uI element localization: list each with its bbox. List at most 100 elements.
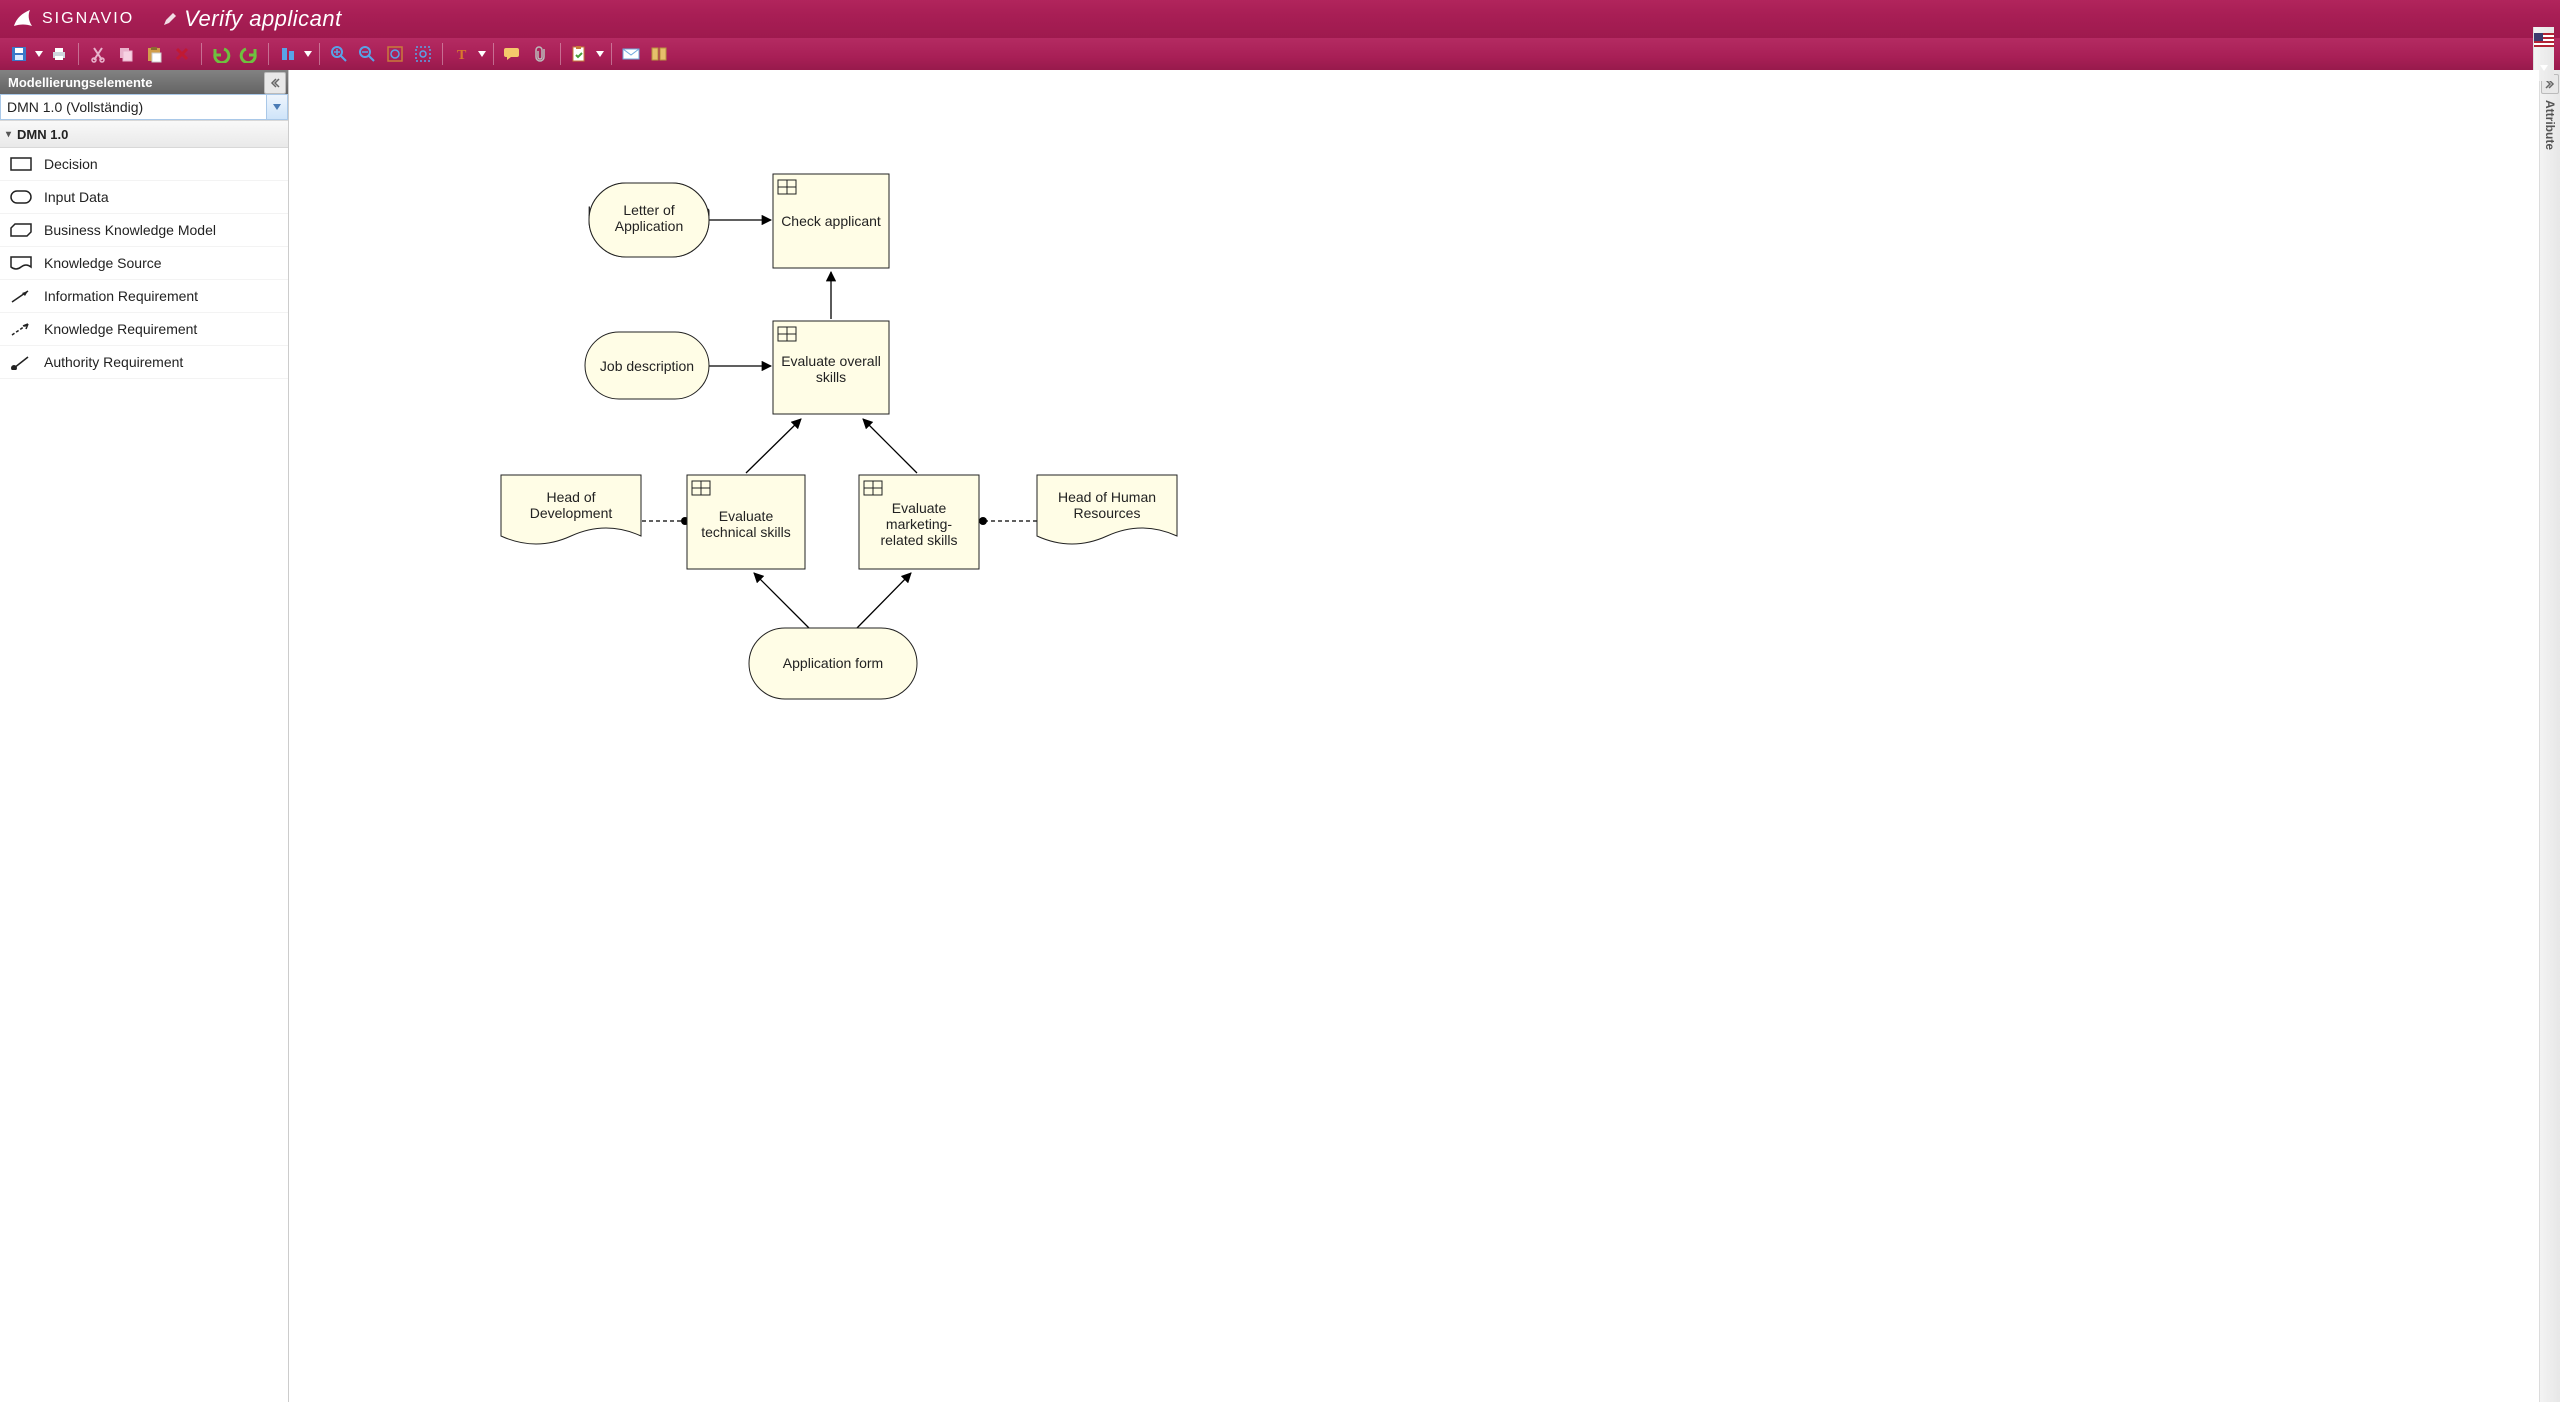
node-input-letter-labels: Letter of Application bbox=[589, 183, 709, 257]
paste-button[interactable] bbox=[141, 41, 167, 67]
edge-appform-to-mkt[interactable] bbox=[857, 573, 911, 628]
bkm-icon bbox=[10, 222, 32, 238]
palette: Decision Input Data Business Knowledge M… bbox=[0, 148, 288, 1402]
brand-logo-icon bbox=[10, 6, 36, 32]
palette-item-label: Knowledge Source bbox=[44, 255, 162, 271]
svg-text:Head of Human: Head of Human bbox=[1058, 489, 1156, 505]
node-input-appform[interactable]: Application form bbox=[749, 628, 917, 699]
shape-repository-panel: Modellierungselemente DMN 1.0 (Vollständ… bbox=[0, 70, 289, 1402]
copy-button[interactable] bbox=[113, 41, 139, 67]
svg-text:Letter of: Letter of bbox=[623, 202, 674, 218]
dictionary-button[interactable] bbox=[646, 41, 672, 67]
palette-item-label: Business Knowledge Model bbox=[44, 222, 216, 238]
palette-item-label: Knowledge Requirement bbox=[44, 321, 197, 337]
know-req-icon bbox=[10, 321, 32, 337]
undo-button[interactable] bbox=[208, 41, 234, 67]
language-dropdown[interactable] bbox=[2539, 55, 2549, 81]
palette-item-decision[interactable]: Decision bbox=[0, 148, 288, 181]
zoom-out-button[interactable] bbox=[354, 41, 380, 67]
brand-name: SIGNAVIO bbox=[42, 10, 134, 28]
brand: SIGNAVIO bbox=[10, 6, 134, 32]
cut-button[interactable] bbox=[85, 41, 111, 67]
left-panel-title-text: Modellierungselemente bbox=[8, 75, 152, 90]
palette-item-input-data[interactable]: Input Data bbox=[0, 181, 288, 214]
palette-item-bkm[interactable]: Business Knowledge Model bbox=[0, 214, 288, 247]
node-input-jobdesc[interactable]: Job description bbox=[585, 332, 709, 399]
zoom-fit-button[interactable] bbox=[382, 41, 408, 67]
svg-text:Evaluate: Evaluate bbox=[719, 508, 774, 524]
svg-text:Evaluate: Evaluate bbox=[892, 500, 947, 516]
palette-item-label: Authority Requirement bbox=[44, 354, 183, 370]
info-req-icon bbox=[10, 288, 32, 304]
svg-text:Head of: Head of bbox=[546, 489, 595, 505]
node-decision-check[interactable]: Check applicant bbox=[773, 174, 889, 268]
svg-text:T: T bbox=[457, 48, 467, 63]
input-data-icon bbox=[10, 190, 32, 204]
palette-group-header[interactable]: ▾ DMN 1.0 bbox=[0, 120, 288, 148]
comments-button[interactable] bbox=[500, 41, 526, 67]
zoom-in-button[interactable] bbox=[326, 41, 352, 67]
auth-req-icon bbox=[10, 354, 32, 370]
decision-icon bbox=[10, 156, 32, 172]
delete-button[interactable] bbox=[169, 41, 195, 67]
attributes-panel-collapsed: Attribute bbox=[2539, 70, 2560, 1402]
collapse-left-panel-button[interactable] bbox=[264, 72, 286, 94]
attachments-button[interactable] bbox=[528, 41, 554, 67]
flag-us-icon bbox=[2534, 33, 2554, 47]
palette-item-knowledge-requirement[interactable]: Knowledge Requirement bbox=[0, 313, 288, 346]
palette-item-label: Information Requirement bbox=[44, 288, 198, 304]
zoom-region-button[interactable] bbox=[410, 41, 436, 67]
collapse-group-icon: ▾ bbox=[6, 129, 11, 140]
palette-group-title: DMN 1.0 bbox=[17, 127, 68, 142]
align-menu-dropdown[interactable] bbox=[303, 41, 313, 67]
text-format-dropdown[interactable] bbox=[477, 41, 487, 67]
stencilset-selector[interactable]: DMN 1.0 (Vollständig) bbox=[0, 94, 288, 120]
svg-text:Job description: Job description bbox=[600, 358, 694, 374]
palette-item-label: Decision bbox=[44, 156, 98, 172]
node-ks-hhr[interactable]: Head of Human Resources bbox=[1037, 475, 1177, 544]
check-menu-dropdown[interactable] bbox=[595, 41, 605, 67]
redo-button[interactable] bbox=[236, 41, 262, 67]
check-button[interactable] bbox=[567, 41, 593, 67]
node-decision-overall[interactable]: Evaluate overall skills bbox=[773, 321, 889, 414]
edge-appform-to-tech[interactable] bbox=[754, 573, 809, 628]
page-title-wrap: Verify applicant bbox=[162, 6, 342, 32]
align-button[interactable] bbox=[275, 41, 301, 67]
svg-text:Evaluate overall: Evaluate overall bbox=[781, 353, 881, 369]
edge-mkt-to-overall[interactable] bbox=[863, 419, 917, 473]
text-format-button[interactable]: T bbox=[449, 41, 475, 67]
svg-text:marketing-: marketing- bbox=[886, 516, 952, 532]
knowledge-source-icon bbox=[10, 255, 32, 271]
palette-item-information-requirement[interactable]: Information Requirement bbox=[0, 280, 288, 313]
right-panel-title[interactable]: Attribute bbox=[2543, 100, 2557, 150]
print-button[interactable] bbox=[46, 41, 72, 67]
save-button[interactable] bbox=[6, 41, 32, 67]
toolbar: T bbox=[0, 38, 2560, 70]
palette-item-label: Input Data bbox=[44, 189, 109, 205]
svg-text:Application: Application bbox=[615, 218, 684, 234]
node-decision-mkt[interactable]: Evaluate marketing- related skills bbox=[859, 475, 979, 569]
svg-text:skills: skills bbox=[816, 369, 846, 385]
workspace: Modellierungselemente DMN 1.0 (Vollständ… bbox=[0, 70, 2560, 1402]
node-decision-tech[interactable]: Evaluate technical skills bbox=[687, 475, 805, 569]
edge-hhr-to-mkt-end bbox=[979, 517, 987, 525]
page-title[interactable]: Verify applicant bbox=[184, 6, 342, 32]
svg-text:Check applicant: Check applicant bbox=[781, 213, 881, 229]
node-ks-hdev[interactable]: Head of Development bbox=[501, 475, 641, 544]
canvas[interactable]: 0 bbox=[289, 70, 2539, 1402]
diagram-svg: Letter of Application Letter of Applicat… bbox=[289, 70, 1489, 810]
edit-title-icon[interactable] bbox=[162, 11, 178, 27]
save-menu-dropdown[interactable] bbox=[34, 41, 44, 67]
share-button[interactable] bbox=[618, 41, 644, 67]
svg-text:related skills: related skills bbox=[880, 532, 957, 548]
palette-item-authority-requirement[interactable]: Authority Requirement bbox=[0, 346, 288, 379]
app-header: SIGNAVIO Verify applicant bbox=[0, 0, 2560, 38]
palette-item-knowledge-source[interactable]: Knowledge Source bbox=[0, 247, 288, 280]
svg-text:technical skills: technical skills bbox=[701, 524, 790, 540]
svg-text:Development: Development bbox=[530, 505, 613, 521]
stencilset-selector-arrow[interactable] bbox=[266, 95, 287, 119]
left-panel-title: Modellierungselemente bbox=[0, 70, 288, 94]
svg-text:Application form: Application form bbox=[783, 655, 883, 671]
language-button[interactable] bbox=[2531, 27, 2557, 53]
edge-tech-to-overall[interactable] bbox=[746, 419, 801, 473]
